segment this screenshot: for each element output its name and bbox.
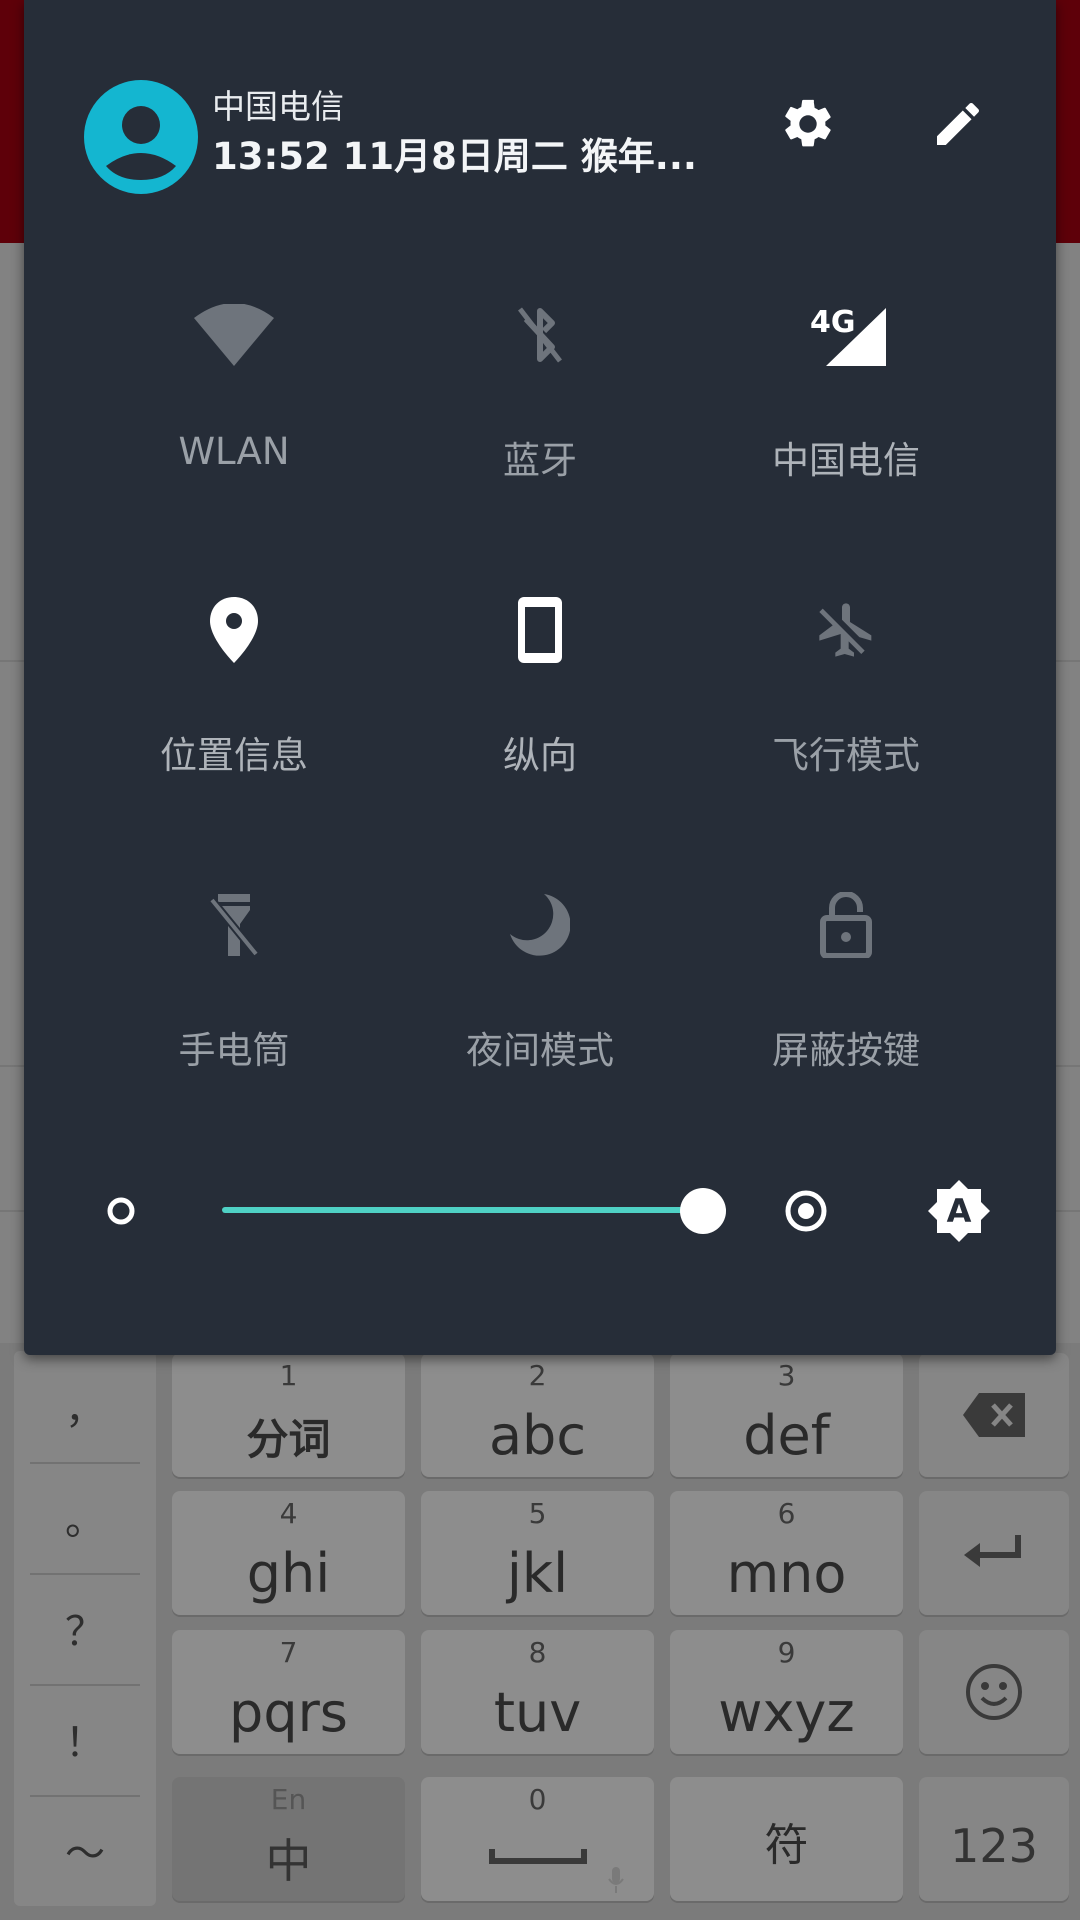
portrait-phone-icon xyxy=(387,575,693,685)
brightness-low-icon xyxy=(106,1196,136,1230)
auto-brightness-label: A xyxy=(946,1192,972,1230)
pencil-icon xyxy=(937,102,980,145)
language-key[interactable]: En 中 xyxy=(172,1777,405,1901)
moon-icon xyxy=(387,870,693,980)
brightness-slider[interactable] xyxy=(222,1207,726,1213)
settings-button[interactable] xyxy=(768,84,848,164)
wifi-icon xyxy=(81,280,387,390)
tile-bluetooth[interactable]: 蓝牙 xyxy=(387,280,693,482)
tile-block-keys[interactable]: 屏蔽按键 xyxy=(693,870,999,1072)
tile-rotation[interactable]: 纵向 xyxy=(387,575,693,777)
key-1[interactable]: 1 分词 xyxy=(172,1353,405,1477)
symbol-key-question[interactable]: ？ xyxy=(14,1573,156,1683)
emoji-key[interactable] xyxy=(919,1630,1069,1754)
key-6[interactable]: 6 mno xyxy=(670,1491,903,1615)
carrier-name: 中国电信 xyxy=(212,87,344,126)
cellular-4g-icon: 4G xyxy=(693,280,999,390)
key-2[interactable]: 2 abc xyxy=(421,1353,654,1477)
svg-text:4G: 4G xyxy=(810,305,856,340)
brightness-slider-thumb[interactable] xyxy=(680,1188,726,1234)
symbol-key[interactable]: 符 xyxy=(670,1777,903,1901)
backspace-icon xyxy=(919,1353,1069,1477)
tile-airplane[interactable]: 飞行模式 xyxy=(693,575,999,777)
tile-flashlight[interactable]: 手电筒 xyxy=(81,870,387,1072)
ime-keyboard: ， 。 ？ ！ ～ 1 分词 2 abc 3 def 4 ghi 5 jkl 6… xyxy=(0,1343,1080,1920)
location-pin-icon xyxy=(81,575,387,685)
lock-open-icon xyxy=(693,870,999,980)
tile-cellular[interactable]: 4G 中国电信 xyxy=(693,280,999,482)
auto-brightness-button[interactable]: A xyxy=(926,1178,992,1244)
key-7[interactable]: 7 pqrs xyxy=(172,1630,405,1754)
symbol-key-period[interactable]: 。 xyxy=(14,1462,156,1572)
edit-button[interactable] xyxy=(918,84,998,164)
key-4[interactable]: 4 ghi xyxy=(172,1491,405,1615)
tile-wlan[interactable]: WLAN xyxy=(81,280,387,480)
enter-key[interactable] xyxy=(919,1491,1069,1615)
number-key[interactable]: 123 xyxy=(919,1777,1069,1901)
symbol-key-comma[interactable]: ， xyxy=(14,1351,156,1461)
date-time[interactable]: 13:52 11月8日周二 猴年... xyxy=(212,126,697,180)
airplane-off-icon xyxy=(693,575,999,685)
symbol-key-exclaim[interactable]: ！ xyxy=(14,1684,156,1794)
key-3[interactable]: 3 def xyxy=(670,1353,903,1477)
tile-night-mode[interactable]: 夜间模式 xyxy=(387,870,693,1072)
enter-icon xyxy=(919,1491,1069,1615)
key-8[interactable]: 8 tuv xyxy=(421,1630,654,1754)
key-9[interactable]: 9 wxyz xyxy=(670,1630,903,1754)
backspace-key[interactable] xyxy=(919,1353,1069,1477)
smiley-icon xyxy=(919,1630,1069,1754)
space-key[interactable]: 0 xyxy=(421,1777,654,1901)
symbol-key-tilde[interactable]: ～ xyxy=(14,1795,156,1905)
flashlight-off-icon xyxy=(81,870,387,980)
symbol-column[interactable]: ， 。 ？ ！ ～ xyxy=(14,1351,156,1906)
bluetooth-off-icon xyxy=(387,280,693,390)
account-circle-icon[interactable] xyxy=(84,80,198,194)
key-5[interactable]: 5 jkl xyxy=(421,1491,654,1615)
tile-location[interactable]: 位置信息 xyxy=(81,575,387,777)
brightness-row: A xyxy=(24,1160,1056,1260)
gear-icon xyxy=(785,99,831,147)
brightness-high-icon xyxy=(784,1189,828,1237)
microphone-icon xyxy=(421,1777,654,1901)
quick-settings-panel: 中国电信 13:52 11月8日周二 猴年... WLAN 蓝牙 4G 中国电信… xyxy=(24,0,1056,1355)
